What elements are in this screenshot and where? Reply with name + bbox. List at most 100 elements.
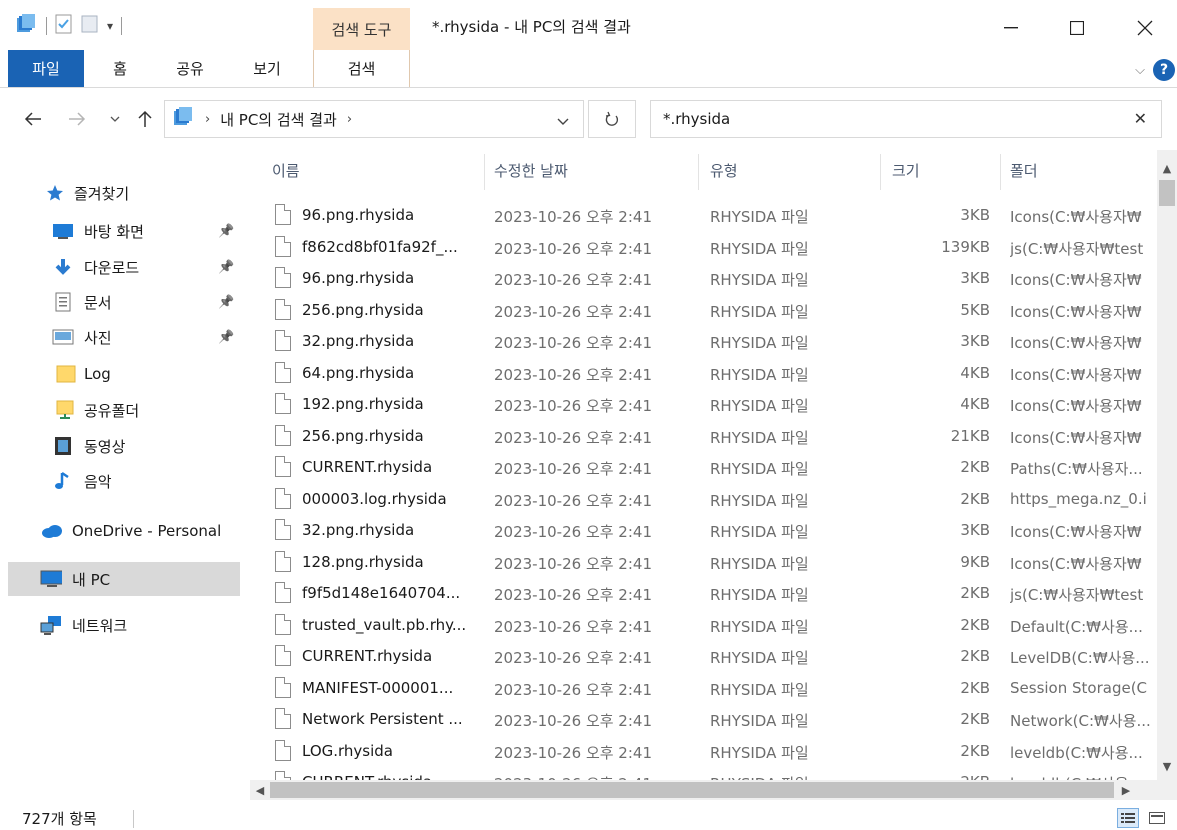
file-row[interactable]: 256.png.rhysida 2023-10-26 오후 2:41 RHYSIDA… xyxy=(252,421,1157,452)
sidebar-item[interactable]: 내 PC xyxy=(8,562,240,596)
scroll-up-icon[interactable]: ▲ xyxy=(1157,158,1177,178)
file-row[interactable]: trusted_vault.pb.rhy... 2023-10-26 오후 2:4… xyxy=(252,610,1157,641)
minimize-button[interactable] xyxy=(988,8,1034,48)
column-header-size[interactable]: 크기 xyxy=(892,160,920,181)
file-row[interactable]: f9f5d148e1640704... 2023-10-26 오후 2:41 RHY… xyxy=(252,578,1157,609)
sidebar-item[interactable]: 즐겨찾기 xyxy=(0,176,240,210)
forward-arrow-icon[interactable] xyxy=(64,106,90,132)
sidebar-item[interactable]: Log xyxy=(0,357,240,391)
pin-icon[interactable]: 📌 xyxy=(218,330,234,345)
file-row[interactable]: 192.png.rhysida 2023-10-26 오후 2:41 RHYSIDA… xyxy=(252,389,1157,420)
recent-locations-icon[interactable] xyxy=(104,106,126,132)
file-name: Network Persistent ... xyxy=(302,710,463,728)
file-name: 32.png.rhysida xyxy=(302,332,415,350)
pin-icon[interactable]: 📌 xyxy=(218,295,234,310)
file-row[interactable]: 256.png.rhysida 2023-10-26 오후 2:41 RHYSIDA… xyxy=(252,295,1157,326)
refresh-button[interactable] xyxy=(588,100,636,138)
breadcrumb[interactable]: 내 PC의 검색 결과 xyxy=(220,109,337,130)
sidebar-item-label: Log xyxy=(84,365,111,383)
column-divider[interactable] xyxy=(880,154,881,190)
file-type: RHYSIDA 파일 xyxy=(710,460,809,478)
tab-share[interactable]: 공유 xyxy=(166,50,214,87)
file-row[interactable]: CURRENT.rhysida 2023-10-26 오후 2:41 RHYSIDA… xyxy=(252,767,1157,780)
help-icon[interactable]: ? xyxy=(1153,59,1175,81)
details-view-icon[interactable] xyxy=(1117,808,1139,828)
sidebar-item[interactable]: 문서 📌 xyxy=(0,285,240,319)
sidebar-item[interactable]: 음악 xyxy=(0,464,240,498)
expand-ribbon-icon[interactable]: ⌵ xyxy=(1135,63,1145,78)
column-divider[interactable] xyxy=(1000,154,1001,190)
file-type: RHYSIDA 파일 xyxy=(710,334,809,352)
file-row[interactable]: 128.png.rhysida 2023-10-26 오후 2:41 RHYSIDA… xyxy=(252,547,1157,578)
file-size: 3KB xyxy=(960,521,990,539)
customize-dropdown-icon[interactable]: ▾ xyxy=(107,19,113,33)
column-header-date[interactable]: 수정한 날짜 xyxy=(494,160,568,181)
file-row[interactable]: f862cd8bf01fa92f_... 2023-10-26 오후 2:41 RH… xyxy=(252,232,1157,263)
file-size: 2KB xyxy=(960,678,990,697)
desktop-icon xyxy=(52,221,74,241)
file-icon xyxy=(275,550,291,572)
pin-icon[interactable]: 📌 xyxy=(218,224,234,239)
tab-home[interactable]: 홈 xyxy=(98,50,142,87)
file-row[interactable]: 32.png.rhysida 2023-10-26 오후 2:41 RHYSIDA … xyxy=(252,515,1157,546)
refresh-icon xyxy=(605,111,619,126)
search-query[interactable]: *.rhysida xyxy=(663,110,730,128)
large-icons-view-icon[interactable] xyxy=(1146,808,1168,828)
file-row[interactable]: 000003.log.rhysida 2023-10-26 오후 2:41 RHYS… xyxy=(252,484,1157,515)
vertical-scrollbar[interactable]: ▲ ▼ xyxy=(1157,150,1177,780)
folder-app-icon[interactable] xyxy=(16,14,38,38)
file-row[interactable]: 96.png.rhysida 2023-10-26 오후 2:41 RHYSIDA … xyxy=(252,200,1157,231)
file-row[interactable]: 96.png.rhysida 2023-10-26 오후 2:41 RHYSIDA … xyxy=(252,263,1157,294)
back-arrow-icon[interactable] xyxy=(18,106,48,132)
scroll-down-icon[interactable]: ▼ xyxy=(1157,756,1177,776)
file-row[interactable]: CURRENT.rhysida 2023-10-26 오후 2:41 RHYSIDA… xyxy=(252,641,1157,672)
address-dropdown-icon[interactable] xyxy=(557,112,569,130)
column-header-folder[interactable]: 폴더 xyxy=(1010,160,1038,181)
close-button[interactable] xyxy=(1122,8,1168,48)
pin-icon[interactable]: 📌 xyxy=(218,260,234,275)
sidebar-item[interactable]: 동영상 xyxy=(0,429,240,463)
file-list: 이름 수정한 날짜 유형 크기 폴더 96.png.rhysida 2023-10… xyxy=(252,150,1157,780)
scroll-left-icon[interactable]: ◀ xyxy=(250,780,270,800)
new-folder-icon[interactable] xyxy=(81,14,99,38)
tab-search[interactable]: 검색 xyxy=(313,50,410,87)
file-row[interactable]: MANIFEST-000001... 2023-10-26 오후 2:41 RHYS… xyxy=(252,673,1157,704)
sidebar-item[interactable]: 공유폴더 xyxy=(0,393,240,427)
file-icon xyxy=(275,771,291,780)
sidebar-item[interactable]: OneDrive - Personal xyxy=(0,514,240,548)
file-row[interactable]: 64.png.rhysida 2023-10-26 오후 2:41 RHYSIDA … xyxy=(252,358,1157,389)
horizontal-scrollbar[interactable]: ◀ ▶ xyxy=(250,780,1157,800)
address-bar[interactable]: › 내 PC의 검색 결과 › xyxy=(164,100,584,138)
file-type: RHYSIDA 파일 xyxy=(710,302,809,321)
clear-search-icon[interactable]: ✕ xyxy=(1134,109,1147,128)
tab-view[interactable]: 보기 xyxy=(243,50,291,87)
column-divider[interactable] xyxy=(484,154,485,190)
column-divider[interactable] xyxy=(698,154,699,190)
column-header-name[interactable]: 이름 xyxy=(272,160,300,181)
file-folder: Icons(C:₩사용자₩ xyxy=(1010,397,1142,415)
sidebar-item[interactable]: 다운로드 📌 xyxy=(0,250,240,284)
breadcrumb-chevron-icon[interactable]: › xyxy=(205,112,210,127)
sidebar-item[interactable]: 사진 📌 xyxy=(0,320,240,354)
tab-file[interactable]: 파일 xyxy=(8,50,84,87)
file-row[interactable]: LOG.rhysida 2023-10-26 오후 2:41 RHYSIDA 파일 2… xyxy=(252,736,1157,767)
maximize-button[interactable] xyxy=(1054,8,1100,48)
sidebar-item[interactable]: 바탕 화면 📌 xyxy=(0,214,240,248)
sidebar-item[interactable]: 네트워크 xyxy=(0,608,240,642)
vertical-scroll-thumb[interactable] xyxy=(1159,180,1175,206)
scroll-right-icon[interactable]: ▶ xyxy=(1116,780,1136,800)
file-row[interactable]: CURRENT.rhysida 2023-10-26 오후 2:41 RHYSIDA… xyxy=(252,452,1157,483)
computer-icon xyxy=(40,569,62,589)
horizontal-scroll-thumb[interactable] xyxy=(270,782,1114,798)
file-row[interactable]: Network Persistent ... 2023-10-26 오후 2:41… xyxy=(252,704,1157,735)
file-folder: Icons(C:₩사용자₩ xyxy=(1010,523,1142,541)
breadcrumb-chevron-icon[interactable]: › xyxy=(347,112,352,127)
up-arrow-icon[interactable] xyxy=(132,106,158,132)
music-icon xyxy=(52,471,74,491)
file-row[interactable]: 32.png.rhysida 2023-10-26 오후 2:41 RHYSIDA … xyxy=(252,326,1157,357)
file-name: 128.png.rhysida xyxy=(302,552,424,571)
item-count: 727개 항목 xyxy=(22,810,97,828)
search-input[interactable]: *.rhysida ✕ xyxy=(650,100,1162,138)
properties-icon[interactable] xyxy=(55,14,73,38)
column-header-type[interactable]: 유형 xyxy=(710,160,738,181)
